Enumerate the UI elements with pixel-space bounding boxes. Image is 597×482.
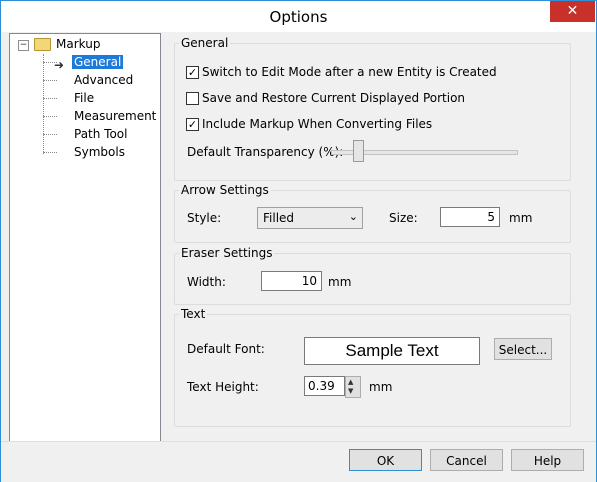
folder-icon: [34, 38, 51, 51]
tree-line: [43, 80, 57, 81]
tree-item-markup[interactable]: Markup: [56, 36, 100, 52]
eraser-settings-label: Eraser Settings: [179, 246, 275, 260]
edit-mode-label: Switch to Edit Mode after a new Entity i…: [202, 65, 497, 79]
eraser-settings-group: [174, 253, 571, 305]
font-sample-box: Sample Text: [304, 337, 480, 365]
spin-down-icon[interactable]: ▼: [348, 387, 353, 395]
tree-item-file[interactable]: File: [74, 90, 94, 106]
tree-line: [43, 116, 57, 117]
ok-button[interactable]: OK: [349, 449, 422, 471]
tree-item-path-tool[interactable]: Path Tool: [74, 126, 127, 142]
options-dialog: Options ✕ − Markup ➜ General Advanced Fi…: [0, 0, 597, 482]
tree-line: [43, 152, 57, 153]
spin-up-icon[interactable]: ▲: [348, 378, 353, 386]
collapse-icon[interactable]: −: [18, 40, 29, 51]
width-input[interactable]: 10: [261, 271, 322, 291]
text-height-label: Text Height:: [187, 380, 259, 394]
text-height-spinner[interactable]: ▲ ▼: [345, 376, 361, 398]
help-button[interactable]: Help: [511, 449, 584, 471]
size-input[interactable]: 5: [440, 207, 500, 227]
button-bar: OK Cancel Help: [1, 441, 596, 482]
general-group-label: General: [179, 36, 231, 50]
size-unit: mm: [509, 211, 533, 225]
style-label: Style:: [187, 211, 222, 225]
style-select[interactable]: Filled ⌄: [257, 207, 363, 229]
options-tree: − Markup ➜ General Advanced File Measure…: [9, 33, 161, 443]
title-bar: Options ✕: [1, 1, 596, 32]
dialog-title: Options: [269, 8, 328, 26]
edit-mode-checkbox[interactable]: ✓: [186, 66, 199, 79]
arrow-settings-label: Arrow Settings: [179, 183, 271, 197]
tree-item-general[interactable]: General: [72, 54, 124, 70]
general-group: [174, 43, 571, 181]
cancel-button[interactable]: Cancel: [430, 449, 503, 471]
settings-panel: General ✓ Switch to Edit Mode after a ne…: [161, 33, 586, 441]
restore-portion-checkbox[interactable]: [186, 92, 199, 105]
text-height-input[interactable]: 0.39: [304, 376, 345, 396]
text-group-label: Text: [179, 307, 208, 321]
include-markup-label: Include Markup When Converting Files: [202, 117, 433, 131]
text-height-unit: mm: [369, 380, 393, 394]
size-label: Size:: [389, 211, 418, 225]
tree-item-label: General: [72, 55, 124, 69]
current-arrow-icon: ➜: [54, 58, 65, 72]
tree-item-symbols[interactable]: Symbols: [74, 144, 125, 160]
restore-portion-label: Save and Restore Current Displayed Porti…: [202, 91, 466, 105]
tree-line: [43, 134, 57, 135]
transparency-label: Default Transparency (%):: [187, 145, 344, 159]
tree-line: [43, 54, 44, 154]
style-value: Filled: [263, 211, 295, 225]
tree-item-measurement[interactable]: Measurement: [74, 108, 156, 124]
select-font-button[interactable]: Select...: [494, 338, 552, 360]
tree-item-advanced[interactable]: Advanced: [74, 72, 133, 88]
width-label: Width:: [187, 275, 226, 289]
chevron-down-icon: ⌄: [348, 210, 358, 223]
width-unit: mm: [328, 275, 352, 289]
tree-line: [43, 98, 57, 99]
transparency-slider-thumb[interactable]: [353, 140, 365, 162]
default-font-label: Default Font:: [187, 342, 265, 356]
include-markup-checkbox[interactable]: ✓: [186, 118, 199, 131]
text-group: [174, 314, 571, 427]
close-button[interactable]: ✕: [550, 1, 595, 22]
